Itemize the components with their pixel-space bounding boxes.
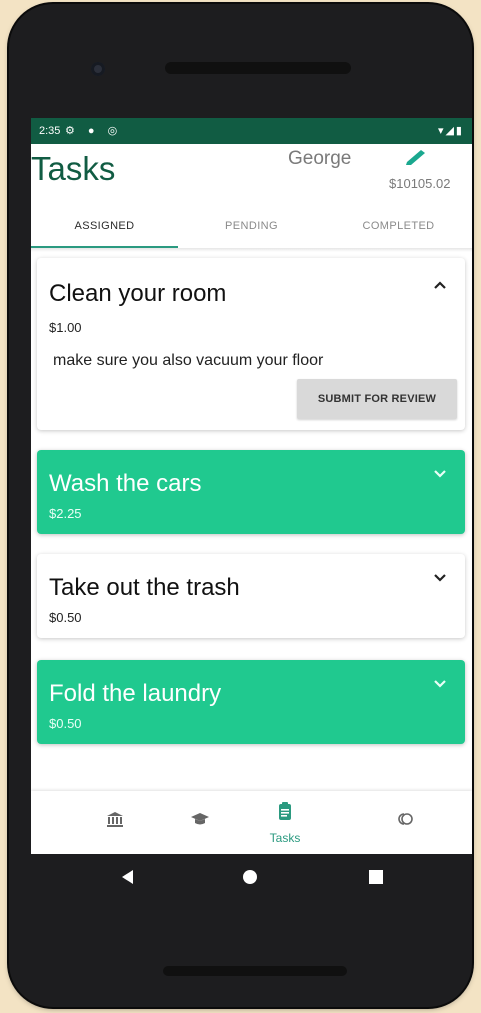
bottom-speaker	[163, 966, 347, 976]
task-description: make sure you also vacuum your floor	[53, 352, 324, 369]
app-screen: 2:35 ⚙ ● ◎ ▾◢▮ Tasks George $10105.02 AS…	[31, 118, 472, 854]
tabs-divider	[31, 248, 472, 252]
task-card[interactable]: Clean your room $1.00 make sure you also…	[37, 258, 465, 430]
nav-loans[interactable]	[361, 791, 449, 854]
nav-tasks[interactable]: Tasks	[241, 791, 329, 854]
status-time: 2:35	[39, 125, 61, 137]
user-name: George	[288, 148, 352, 169]
clipboard-icon	[279, 802, 291, 820]
task-card[interactable]: Wash the cars $2.25	[37, 450, 465, 534]
loans-icon	[398, 813, 413, 825]
chevron-down-icon[interactable]	[433, 572, 447, 582]
school-icon	[191, 813, 209, 825]
task-title: Wash the cars	[49, 470, 202, 497]
status-system-icons: ▾◢▮	[437, 125, 464, 137]
nav-learn[interactable]	[156, 791, 244, 854]
nav-tasks-label: Tasks	[269, 831, 301, 845]
tab-assigned[interactable]: ASSIGNED	[31, 204, 178, 248]
bottom-navigation: Tasks	[31, 791, 472, 854]
chevron-down-icon[interactable]	[433, 678, 447, 688]
tab-completed[interactable]: COMPLETED	[325, 204, 472, 248]
task-price: $2.25	[49, 506, 82, 521]
home-icon[interactable]	[243, 870, 257, 884]
tab-pending[interactable]: PENDING	[178, 204, 325, 248]
task-card[interactable]: Take out the trash $0.50	[37, 554, 465, 638]
task-card[interactable]: Fold the laundry $0.50	[37, 660, 465, 744]
status-bar: 2:35 ⚙ ● ◎ ▾◢▮	[31, 118, 472, 144]
tab-bar: ASSIGNED PENDING COMPLETED	[31, 204, 472, 248]
page-title: Tasks	[31, 150, 116, 187]
system-navigation-bar	[31, 854, 472, 902]
chevron-down-icon[interactable]	[433, 468, 447, 478]
status-notification-icons: ⚙ ● ◎	[65, 125, 123, 137]
task-price: $1.00	[49, 320, 82, 335]
chevron-up-icon[interactable]	[433, 280, 447, 290]
nav-bank[interactable]	[71, 791, 159, 854]
task-price: $0.50	[49, 716, 82, 731]
bank-icon	[107, 812, 123, 827]
submit-for-review-button[interactable]: SUBMIT FOR REVIEW	[297, 379, 457, 419]
balance: $10105.02	[389, 176, 451, 191]
task-title: Fold the laundry	[49, 680, 222, 707]
task-title: Clean your room	[49, 280, 227, 307]
recent-apps-icon[interactable]	[369, 870, 383, 884]
speaker-grille	[165, 62, 351, 74]
task-price: $0.50	[49, 610, 82, 625]
back-icon[interactable]	[119, 868, 135, 886]
pencil-icon[interactable]	[403, 146, 429, 166]
front-camera	[91, 62, 105, 76]
task-title: Take out the trash	[49, 574, 240, 601]
